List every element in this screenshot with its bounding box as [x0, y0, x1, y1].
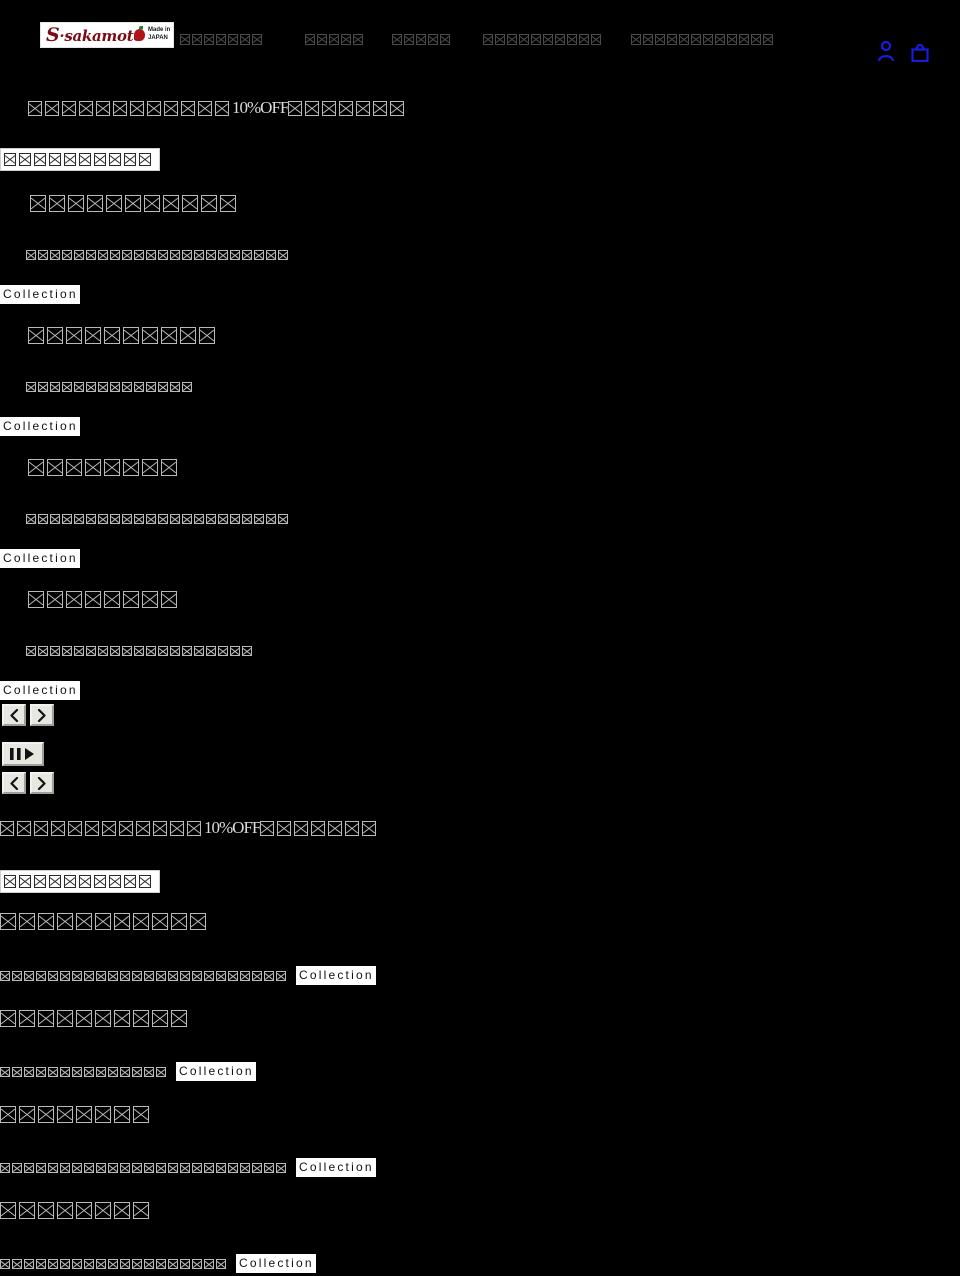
slide-2-heading [28, 326, 218, 344]
chevron-right-icon [37, 708, 46, 722]
missing-glyph-run [0, 1009, 190, 1027]
carousel-next-button-2[interactable] [30, 772, 54, 794]
missing-glyph-run [180, 31, 264, 47]
logo-wordmark: S·sakamoto [46, 24, 143, 46]
collection-button[interactable]: Collection [176, 1062, 256, 1081]
missing-glyph-run [28, 100, 232, 116]
missing-glyph-run [30, 194, 239, 212]
header-icon-group [858, 40, 929, 64]
hero-promo-button-row [0, 148, 160, 171]
missing-glyph-run [392, 31, 452, 47]
slide-2-description [26, 378, 194, 396]
promo-cta-button[interactable] [0, 870, 160, 893]
lower-promo-banner[interactable]: 10%OFF [0, 818, 379, 838]
carousel-playpause-button[interactable] [2, 742, 44, 766]
missing-glyph-run [139, 151, 154, 167]
nav-item-2[interactable] [305, 30, 365, 47]
account-icon[interactable] [876, 40, 896, 62]
missing-glyph-run [0, 1255, 228, 1271]
logo-made-line1: Made in [148, 27, 171, 33]
missing-glyph-run [28, 590, 180, 608]
carousel-prev-button-2[interactable] [2, 772, 26, 794]
missing-glyph-run [139, 873, 154, 889]
slide-3-description [26, 510, 290, 528]
slide-3-cta: Collection [0, 549, 80, 568]
collection-button[interactable]: Collection [296, 1158, 376, 1177]
missing-glyph-run [0, 1159, 288, 1175]
missing-glyph-run [26, 247, 290, 263]
slide-4-cta: Collection [0, 681, 80, 700]
collection-button[interactable]: Collection [0, 681, 80, 700]
nav-item-3[interactable] [392, 30, 452, 47]
chevron-left-icon [10, 776, 19, 790]
chevron-right-icon [37, 776, 46, 790]
missing-glyph-run [26, 511, 290, 527]
slide-1-heading [30, 194, 239, 212]
missing-glyph-run [0, 1105, 152, 1123]
lower-slide-2-heading [0, 1009, 190, 1027]
missing-glyph-run [483, 31, 603, 47]
lower-slide-2-description-row: Collection [0, 1062, 256, 1081]
site-header: S·sakamoto Made in JAPAN [0, 0, 960, 76]
collection-button[interactable]: Collection [296, 966, 376, 985]
missing-glyph-run [260, 820, 379, 836]
slide-1-cta: Collection [0, 285, 80, 304]
collection-button[interactable]: Collection [0, 285, 80, 304]
missing-glyph-run [0, 1063, 168, 1079]
logo-brand-mark: S [46, 24, 60, 46]
nav-item-1[interactable] [180, 30, 264, 47]
carousel-next-button[interactable] [30, 704, 54, 726]
site-logo[interactable]: S·sakamoto Made in JAPAN [40, 22, 174, 48]
promo-cta-button[interactable] [0, 148, 160, 171]
lower-slide-3-description-row: Collection [0, 1158, 376, 1177]
collection-button[interactable]: Collection [0, 417, 80, 436]
lower-slide-1-heading [0, 912, 209, 930]
slide-1-description [26, 246, 290, 264]
slide-3-heading [28, 458, 180, 476]
chevron-left-icon [10, 708, 19, 722]
missing-glyph-run [28, 458, 180, 476]
hero-promo-banner[interactable]: 10%OFF [28, 98, 407, 118]
carousel-prev-button[interactable] [2, 704, 26, 726]
collection-button[interactable]: Collection [0, 549, 80, 568]
nav-item-5[interactable] [631, 30, 775, 47]
missing-glyph-run [0, 967, 288, 983]
lower-promo-button-row [0, 870, 160, 893]
slide-2-cta: Collection [0, 417, 80, 436]
cart-icon[interactable] [910, 40, 930, 62]
promo-discount-text: 10%OFF [232, 98, 289, 117]
pause-play-icon [10, 748, 34, 760]
slide-4-heading [28, 590, 180, 608]
missing-glyph-run [26, 643, 254, 659]
missing-glyph-run [4, 873, 139, 889]
lower-slide-4-description-row: Collection [0, 1254, 316, 1273]
lower-slide-1-description-row: Collection [0, 966, 376, 985]
logo-made-in-badge: Made in JAPAN [148, 26, 170, 42]
collection-button[interactable]: Collection [236, 1254, 316, 1273]
slide-4-description [26, 642, 254, 660]
missing-glyph-run [26, 379, 194, 395]
missing-glyph-run [0, 820, 204, 836]
promo-discount-text: 10%OFF [204, 818, 261, 837]
apple-icon [134, 26, 145, 41]
lower-slide-3-heading [0, 1105, 152, 1123]
missing-glyph-run [28, 326, 218, 344]
nav-item-4[interactable] [483, 30, 603, 47]
logo-made-line2: JAPAN [148, 35, 168, 41]
missing-glyph-run [0, 912, 209, 930]
missing-glyph-run [4, 151, 139, 167]
lower-slide-4-heading [0, 1201, 152, 1219]
missing-glyph-run [305, 31, 365, 47]
missing-glyph-run [0, 1201, 152, 1219]
logo-brand-text: sakamoto [64, 27, 144, 45]
missing-glyph-run [288, 100, 407, 116]
missing-glyph-run [631, 31, 775, 47]
